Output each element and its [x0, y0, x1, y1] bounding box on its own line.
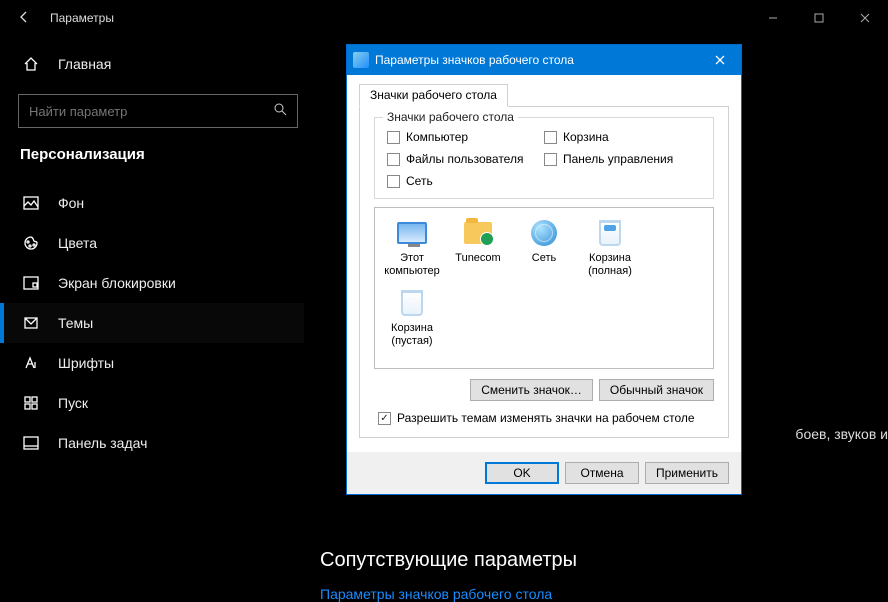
network-icon: [527, 218, 561, 248]
search-input[interactable]: [29, 104, 273, 119]
dialog-close-button[interactable]: [699, 45, 741, 75]
nav-label: Шрифты: [58, 355, 114, 371]
icon-item-tunecom[interactable]: Tunecom: [447, 218, 509, 278]
nav-label: Панель задач: [58, 435, 147, 451]
icon-preview-list[interactable]: Этот компьютер Tunecom Сеть Корзина (пол…: [374, 207, 714, 369]
back-button[interactable]: [12, 10, 36, 27]
truncated-text: боев, звуков и: [795, 426, 888, 442]
icon-item-network[interactable]: Сеть: [513, 218, 575, 278]
sidebar: Главная Персонализация Фон Цвета Экран б…: [0, 36, 320, 585]
icon-item-this-pc[interactable]: Этот компьютер: [381, 218, 443, 278]
nav-label: Пуск: [58, 395, 88, 411]
related-link-desktop-icons[interactable]: Параметры значков рабочего стола: [320, 586, 552, 602]
close-button[interactable]: [842, 0, 888, 36]
checkbox-recycle-bin[interactable]: Корзина: [544, 130, 701, 144]
nav-colors[interactable]: Цвета: [0, 223, 304, 263]
dialog-title-text: Параметры значков рабочего стола: [375, 53, 574, 67]
nav-themes[interactable]: Темы: [0, 303, 304, 343]
start-icon: [22, 394, 40, 412]
nav-label: Темы: [58, 315, 93, 331]
recycle-bin-full-icon: [593, 218, 627, 248]
palette-icon: [22, 234, 40, 252]
checkbox-user-files[interactable]: Файлы пользователя: [387, 152, 544, 166]
fonts-icon: [22, 354, 40, 372]
nav-home[interactable]: Главная: [0, 44, 304, 84]
window-title: Параметры: [50, 11, 114, 25]
dialog-icon: [353, 52, 369, 68]
nav-fonts[interactable]: Шрифты: [0, 343, 304, 383]
nav-start[interactable]: Пуск: [0, 383, 304, 423]
minimize-button[interactable]: [750, 0, 796, 36]
desktop-icon-settings-dialog: Параметры значков рабочего стола Значки …: [346, 44, 742, 495]
nav-background[interactable]: Фон: [0, 183, 304, 223]
search-icon: [273, 102, 287, 121]
icon-item-bin-full[interactable]: Корзина (полная): [579, 218, 641, 278]
checkbox-control-panel[interactable]: Панель управления: [544, 152, 701, 166]
sidebar-category: Персонализация: [0, 146, 304, 175]
lockscreen-icon: [22, 274, 40, 292]
nav-home-label: Главная: [58, 56, 111, 72]
default-icon-button[interactable]: Обычный значок: [599, 379, 714, 401]
computer-icon: [395, 218, 429, 248]
group-title: Значки рабочего стола: [383, 110, 518, 124]
nav-lockscreen[interactable]: Экран блокировки: [0, 263, 304, 303]
nav-label: Цвета: [58, 235, 97, 251]
search-input-wrap[interactable]: [18, 94, 298, 128]
themes-icon: [22, 314, 40, 332]
desktop-icons-group: Значки рабочего стола Компьютер Корзина …: [374, 117, 714, 199]
maximize-button[interactable]: [796, 0, 842, 36]
ok-button[interactable]: OK: [485, 462, 559, 484]
picture-icon: [22, 194, 40, 212]
nav-taskbar[interactable]: Панель задач: [0, 423, 304, 463]
home-icon: [22, 55, 40, 73]
related-header: Сопутствующие параметры: [320, 549, 577, 572]
checkbox-network[interactable]: Сеть: [387, 174, 701, 188]
icon-item-bin-empty[interactable]: Корзина (пустая): [381, 288, 443, 348]
cancel-button[interactable]: Отмена: [565, 462, 639, 484]
nav-label: Экран блокировки: [58, 275, 176, 291]
tab-desktop-icons[interactable]: Значки рабочего стола: [359, 84, 508, 107]
recycle-bin-empty-icon: [395, 288, 429, 318]
checkbox-computer[interactable]: Компьютер: [387, 130, 544, 144]
change-icon-button[interactable]: Сменить значок…: [470, 379, 593, 401]
nav-label: Фон: [58, 195, 84, 211]
taskbar-icon: [22, 434, 40, 452]
apply-button[interactable]: Применить: [645, 462, 729, 484]
checkbox-allow-themes[interactable]: Разрешить темам изменять значки на рабоч…: [378, 411, 714, 425]
dialog-titlebar[interactable]: Параметры значков рабочего стола: [347, 45, 741, 75]
user-folder-icon: [461, 218, 495, 248]
